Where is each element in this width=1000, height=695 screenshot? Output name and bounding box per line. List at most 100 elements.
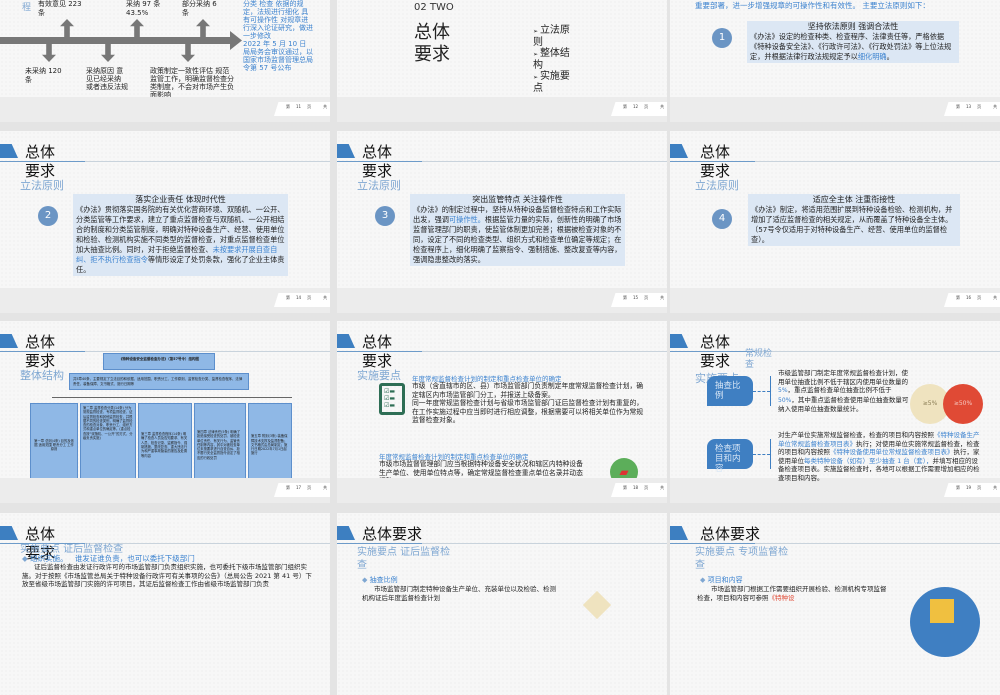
section-title: 总体要求 xyxy=(414,22,450,65)
header-accent xyxy=(0,334,18,348)
agenda-item[interactable]: ➢ 整体结构 xyxy=(533,48,573,71)
slide-thumbnail-11[interactable]: 程 有效意见 223 条 采纳 97 条 43.5% 部分采纳 6 条 未采纳 … xyxy=(0,0,330,122)
page-number: 第17页共44页 xyxy=(274,483,330,497)
up-arrow-icon xyxy=(60,19,74,37)
slide-title: 总体要求 xyxy=(700,333,731,370)
chapter-box: 第五章 附则(3条) 装备保障技术支撑及监督配备；文书格式由总局制定；施行日期2… xyxy=(248,403,292,487)
section-number: 02 TWO xyxy=(414,2,454,13)
structure-chart-title: 《特种设备安全监督检查办法》（第57号令）结构图 xyxy=(103,353,215,370)
link[interactable]: 《特种设备使用单位常规监督检查项目表》 xyxy=(830,448,954,456)
timeline-label: 政策制定一致性评估 规范监管工作，明确监督检查分 类制度，不会对市场产生负面影响 xyxy=(150,67,234,99)
header-accent xyxy=(670,526,688,540)
slide-thumbnail-12[interactable]: 02 TWO 总体要求 ➢ 立法原则 ➢ 整体结构 ➢ 实施要点 第12页共44… xyxy=(337,0,667,122)
slide-subtitle: 实施要点 证后监督检查 xyxy=(357,547,451,571)
tag-sampling-ratio: 抽查比例 xyxy=(707,376,753,406)
slide-footer: 第15页共44页 xyxy=(337,288,667,313)
box-text: 《办法》制定，将适用范围扩展到特种设备检验、检测机构，并增加了适应监督检查的相关… xyxy=(751,205,953,244)
page-number: 第18页共44页 xyxy=(611,483,667,497)
bullet: ◆ 抽查比例 xyxy=(362,576,398,584)
agenda-item[interactable]: ➢ 实施要点 xyxy=(533,71,573,94)
slide-thumbnail-13[interactable]: 重要部署，进一步增强规章的可操作性和有效性。 主要立法原则如下： 1 坚持依法原… xyxy=(670,0,1000,122)
number-badge: 1 xyxy=(712,28,732,48)
slide-subtitle: 立法原则 xyxy=(695,179,739,192)
slide-subtitle: 立法原则 xyxy=(357,179,401,192)
box-title: 落实企业责任 体现时代性 xyxy=(135,195,226,204)
header-accent xyxy=(337,334,355,348)
document-icon xyxy=(930,599,954,623)
page-number: 第16页共44页 xyxy=(944,293,1000,307)
slide-subtitle: 立法原则 xyxy=(20,179,64,192)
decor-shape xyxy=(582,590,612,620)
slide-title: 总体要求 xyxy=(362,143,393,180)
checklist-icon: ☑▬ ☑▬ ☑▬ xyxy=(379,383,405,415)
items-text: 对生产单位实施常规监督检查，检查的项目和内容按照《特种设备生产单位常规监督检查项… xyxy=(778,431,980,482)
down-arrow-icon xyxy=(181,44,195,62)
number-badge: 2 xyxy=(38,206,58,226)
section-text: 市级（含直辖市的区、县）市场监管部门负责制定年度常规监督检查计划，确定辖区内市场… xyxy=(412,382,644,424)
slide-thumbnail-14[interactable]: 总体要求 立法原则 2 落实企业责任 体现时代性 《办法》贯彻落实国务院的有关优… xyxy=(0,131,330,313)
chapter-box: 第三章 监督检查程序(14条) 明确了检查人员及告知要求、有关人员、检查记录、监… xyxy=(138,403,192,487)
slide-title: 总体要求 xyxy=(700,525,761,543)
connector xyxy=(753,391,770,392)
chapter-box: 第四章 法律责任(5条) 明确了拒绝接受检查的处罚、被检查单位责任、有关行为、监… xyxy=(194,403,246,487)
number-badge: 3 xyxy=(375,206,395,226)
header-accent xyxy=(337,526,355,540)
page-number: 第13页共44页 xyxy=(944,102,1000,116)
chapter-box: 第二章 监督检查分类(14条) 分为常规监督检查、专项监督检查、证后监督检查和其… xyxy=(80,403,136,487)
slide-thumbnail-17[interactable]: 总体要求 整体结构 《特种设备安全监督检查办法》（第57号令）结构图 共5章40… xyxy=(0,321,330,503)
box-title: 适应全主体 注重衔接性 xyxy=(812,195,896,204)
page-number: 第14页共44页 xyxy=(274,293,330,307)
slide-footer: 第14页共44页 xyxy=(0,288,330,313)
chapter-box: 第一章 总则(4条) 目的及依据 适用范围 职责分工 工作原则 xyxy=(30,403,78,487)
connector xyxy=(770,376,771,406)
page-number: 第12页共44页 xyxy=(611,102,667,116)
box-title: 突出监管特点 关注操作性 xyxy=(472,195,563,204)
box-text: 《办法》设定的检查种类、检查程序、法律责任等，严格依据《特种设备安全法》、《行政… xyxy=(750,32,952,61)
down-arrow-icon xyxy=(101,44,115,62)
box-link[interactable]: 拒不执行检查指令 xyxy=(90,255,148,264)
page-number: 第15页共44页 xyxy=(611,293,667,307)
timeline-label: 部分采纳 6 条 xyxy=(182,0,217,17)
slide-thumbnail-20[interactable]: 总体要求 实施要点 证后监督检查 ◆ 组织实施。 谁发证谁负责，也可以委托下级部… xyxy=(0,513,330,695)
timeline-label: 未采纳 120 条 xyxy=(25,67,62,84)
slide-footer: 第16页共44页 xyxy=(670,288,1000,313)
timeline-label: 采纳 97 条 43.5% xyxy=(126,0,161,17)
slide-thumbnail-15[interactable]: 总体要求 立法原则 3 突出监管特点 关注操作性 《办法》的制定过程中，坚持从特… xyxy=(337,131,667,313)
slide-title: 总体要求 xyxy=(362,525,423,543)
box-link[interactable]: 可操作性。 xyxy=(449,215,485,224)
body-text: 市场监管部门根据工作需要组织开展检验、检测机构专项监督检查，项目和内容可参照《特… xyxy=(697,585,887,602)
slide-thumbnail-19[interactable]: 总体要求 实施要点 常规检查 抽查比例 检查项目和内容 市级监管部门制定年度常规… xyxy=(670,321,1000,503)
structure-summary: 共5章40条，主要规定了立法目的和依据、适用范围、职责分工、工作原则、监督检查分… xyxy=(69,373,249,390)
tag-items: 检查项目和内容 xyxy=(707,439,753,474)
header-accent xyxy=(0,144,18,158)
header-accent xyxy=(670,144,688,158)
left-label: 程 xyxy=(22,3,32,13)
box-link[interactable]: 细化明确 xyxy=(858,52,887,61)
connector xyxy=(52,397,292,398)
slide-footer: 第11页共44页 xyxy=(0,97,330,122)
slide-thumbnail-21[interactable]: 总体要求 实施要点 证后监督检查 ◆ 抽查比例 市场监管部门制定特种设备生产单位… xyxy=(337,513,667,695)
up-arrow-icon xyxy=(130,19,144,37)
bullet: ◆ 项目和内容 xyxy=(700,576,743,584)
slide-title: 总体要求 xyxy=(25,333,56,370)
slide-thumbnail-18[interactable]: 总体要求 实施要点 ☑▬ ☑▬ ☑▬ 年度常规监督检查计划的制定和重点检查单位的确定… xyxy=(337,321,667,503)
connector xyxy=(770,439,771,469)
header-accent xyxy=(337,144,355,158)
timeline-note: 分类 检查 依据的规定，法规进行细化 具有可操作性 对规章进行深入论证研究，做进… xyxy=(243,0,315,72)
agenda-list: ➢ 立法原则 ➢ 整体结构 ➢ 实施要点 xyxy=(533,25,573,94)
note-pub: 局局务会审议通过，以国家市场监督管理总局令第 57 号公布 xyxy=(243,48,313,72)
header-accent xyxy=(0,526,18,540)
timeline-label: 有效意见 223 条 xyxy=(38,0,82,17)
agenda-item[interactable]: ➢ 立法原则 xyxy=(533,25,573,48)
body-text: 市场监管部门制定特种设备生产单位、充装单位以及检验、检测机构证后年度监督检查计划 xyxy=(362,585,556,602)
number-badge: 4 xyxy=(712,209,732,229)
ratio-circle: ≥50% xyxy=(943,384,983,424)
slide-thumbnail-16[interactable]: 总体要求 立法原则 4 适应全主体 注重衔接性 《办法》制定，将适用范围扩展到特… xyxy=(670,131,1000,313)
header-accent xyxy=(670,334,688,348)
note-text: 分类 检查 依据的规定，法规进行细化 具有可操作性 对规章进行深入论证研究，做进… xyxy=(243,0,313,40)
link[interactable]: 《特种设 xyxy=(769,594,795,602)
slide-thumbnail-22[interactable]: 总体要求 实施要点 专项监督检查 ◆ 项目和内容 市场监管部门根据工作需要组织开… xyxy=(670,513,1000,695)
connector xyxy=(753,454,770,455)
slide-title: 总体要求 xyxy=(700,143,731,180)
timeline-arrow xyxy=(0,37,232,44)
